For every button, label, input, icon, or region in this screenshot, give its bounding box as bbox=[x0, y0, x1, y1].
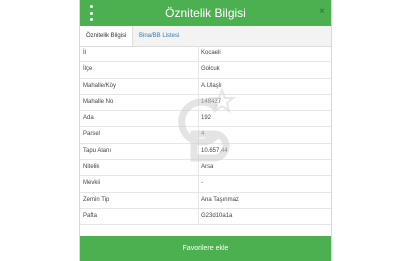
table-row: Nitelik Arsa bbox=[80, 160, 331, 177]
row-label: Mahalle/Köy bbox=[83, 82, 117, 89]
column-divider bbox=[198, 111, 199, 127]
attribute-panel: Öznitelik Bilgisi × Öznitelik Bilgisi Bi… bbox=[79, 0, 332, 261]
row-value: Golcuk bbox=[201, 66, 220, 73]
column-divider bbox=[198, 46, 199, 62]
column-divider bbox=[198, 176, 199, 192]
row-value: Kocaeli bbox=[201, 50, 221, 56]
row-value: 4 bbox=[201, 131, 205, 138]
panel-title: Öznitelik Bilgisi bbox=[165, 6, 246, 20]
table-row: Ada 192 bbox=[80, 111, 331, 128]
row-label: Mevkii bbox=[83, 180, 101, 187]
row-label: Nitelik bbox=[83, 164, 100, 171]
row-label: Mahalle No bbox=[83, 98, 114, 105]
column-divider bbox=[198, 192, 199, 208]
table-row: Pafta G23d10a1a bbox=[80, 208, 331, 226]
row-label: İlçe bbox=[83, 66, 93, 73]
tab-bar: Öznitelik Bilgisi Bina/BB Listesi bbox=[80, 26, 331, 47]
row-value: - bbox=[201, 180, 203, 187]
row-value: 148427 bbox=[201, 98, 222, 105]
column-divider bbox=[198, 160, 199, 176]
row-value: 10.657,44 bbox=[201, 147, 228, 154]
column-divider bbox=[198, 62, 199, 78]
table-row: Mahalle/Köy A.Ulaşlı bbox=[80, 78, 331, 95]
table-row: Mevkii - bbox=[80, 176, 331, 193]
column-divider bbox=[198, 208, 199, 225]
attribute-table: İl Kocaeli İlçe Golcuk Mahalle/Köy A.Ulaşlı… bbox=[80, 46, 331, 226]
column-divider bbox=[198, 78, 199, 94]
add-to-favorites-button[interactable]: Favorilere ekle bbox=[80, 236, 331, 261]
table-row: Tapu Alanı 10.657,44 bbox=[80, 143, 331, 161]
table-row: İlçe Golcuk bbox=[80, 62, 331, 79]
row-value: 192 bbox=[201, 115, 212, 122]
tab-building-list[interactable]: Bina/BB Listesi bbox=[133, 26, 185, 46]
column-divider bbox=[198, 94, 199, 111]
close-icon[interactable]: × bbox=[317, 6, 327, 18]
column-divider bbox=[198, 127, 199, 143]
column-divider bbox=[198, 143, 199, 160]
row-label: Tapu Alanı bbox=[83, 147, 112, 154]
row-label: İl bbox=[83, 50, 86, 56]
table-row: Zemin Tip Ana Taşınmaz bbox=[80, 192, 331, 209]
row-label: Parsel bbox=[83, 131, 101, 138]
table-row: İl Kocaeli bbox=[80, 46, 331, 63]
tab-attribute-info[interactable]: Öznitelik Bilgisi bbox=[80, 26, 133, 46]
row-value: Arsa bbox=[201, 164, 214, 171]
row-label: Pafta bbox=[83, 212, 98, 219]
table-row: Mahalle No 148427 bbox=[80, 94, 331, 112]
panel-header: Öznitelik Bilgisi × bbox=[80, 0, 331, 26]
row-value: G23d10a1a bbox=[201, 212, 233, 219]
row-label: Zemin Tip bbox=[83, 196, 110, 203]
table-row: Parsel 4 bbox=[80, 127, 331, 144]
row-value: A.Ulaşlı bbox=[201, 82, 222, 89]
row-label: Ada bbox=[83, 115, 94, 122]
row-value: Ana Taşınmaz bbox=[201, 196, 239, 203]
